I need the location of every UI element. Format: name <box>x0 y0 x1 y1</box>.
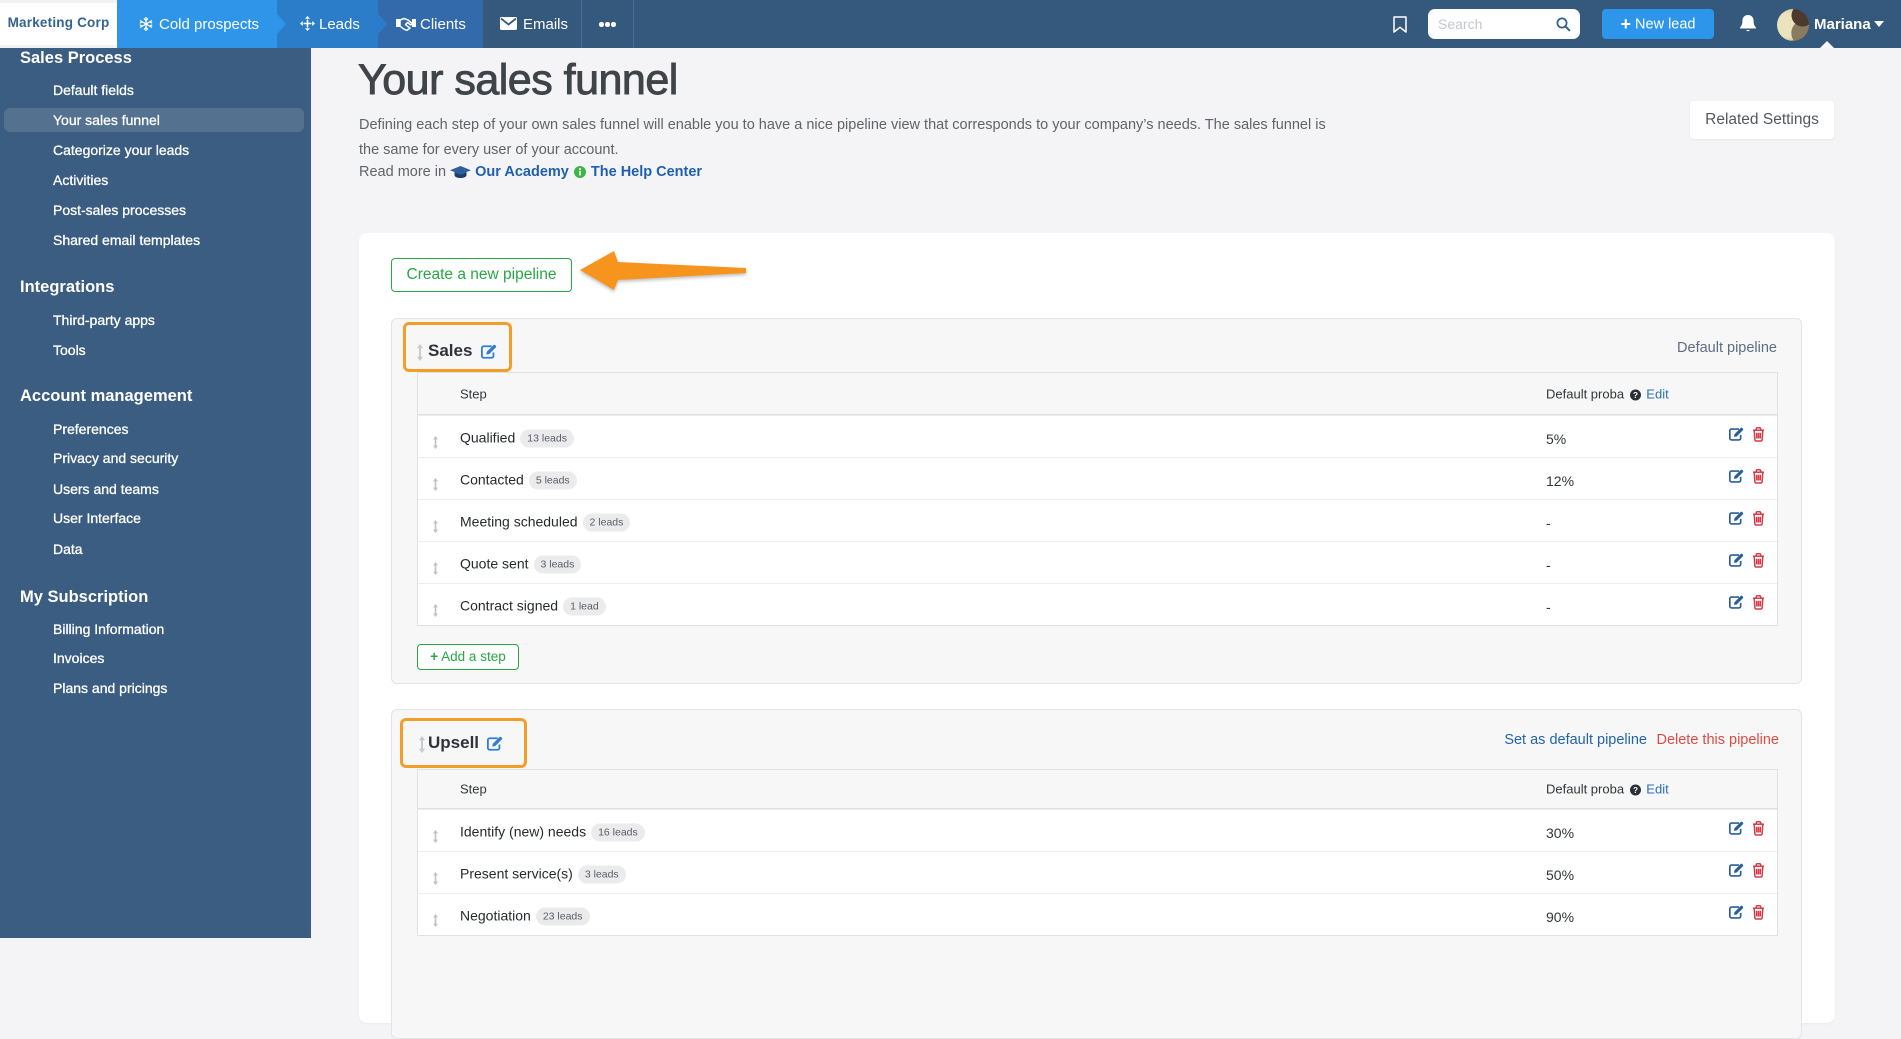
svg-text:?: ? <box>1633 390 1638 399</box>
svg-text:?: ? <box>1633 786 1638 795</box>
